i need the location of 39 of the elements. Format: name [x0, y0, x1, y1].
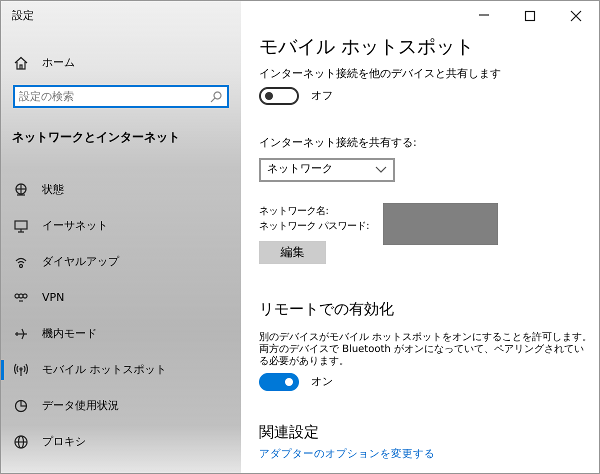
close-icon[interactable] — [570, 10, 582, 22]
setting-label: インターネット接続を他のデバイスと共有します — [259, 66, 502, 82]
hotspot-icon — [14, 363, 28, 377]
sidebar-item[interactable]: 状態 — [1, 172, 241, 208]
search-icon — [210, 91, 222, 103]
field-label: ネットワーク パスワード: — [259, 221, 370, 232]
globe-monitor-icon — [14, 183, 28, 197]
toggle-switch[interactable] — [259, 87, 299, 105]
monitor-icon — [14, 219, 28, 233]
sidebar-item[interactable]: VPN — [1, 280, 241, 316]
section-heading: リモートでの有効化 — [259, 298, 395, 320]
maximize-icon[interactable] — [524, 10, 536, 22]
sidebar-item[interactable]: イーサネット — [1, 208, 241, 244]
setting-label: インターネット接続を共有する: — [259, 135, 418, 151]
chevron-down-icon — [375, 166, 387, 173]
network-dropdown[interactable]: ネットワーク — [259, 158, 395, 182]
section-heading: 関連設定 — [259, 422, 320, 443]
globe-icon — [14, 435, 28, 449]
page-title: モバイル ホットスポット — [259, 35, 476, 60]
sidebar-item[interactable]: 機内モード — [1, 316, 241, 352]
home-icon — [14, 56, 28, 70]
description-text: 別のデバイスがモバイル ホットスポットをオンにすることを許可します。両方のデバイスで Bluetooth がオンになっていて、ペアリングされている必要があります。 — [259, 332, 593, 368]
sidebar-item[interactable]: データ使用状況 — [1, 388, 241, 424]
section-heading: ネットワークとインターネット — [11, 129, 181, 146]
field-label: ネットワーク名: — [259, 206, 328, 217]
toggle-switch[interactable] — [259, 373, 299, 391]
airplane-icon — [14, 327, 28, 341]
home-link[interactable]: ホーム — [1, 45, 241, 81]
pie-chart-icon — [14, 399, 28, 413]
sidebar-item[interactable]: モバイル ホットスポット — [1, 352, 241, 388]
sidebar-item[interactable]: ダイヤルアップ — [1, 244, 241, 280]
search-field[interactable]: 設定の検索 — [13, 85, 229, 108]
edit-button[interactable]: 編集 — [259, 240, 326, 264]
toggle-state: オフ — [311, 88, 333, 104]
toggle-state: オン — [311, 374, 333, 390]
dialup-icon — [14, 255, 28, 269]
adapter-options-link[interactable]: アダプターのオプションを変更する — [259, 448, 435, 460]
window-title: 設定 — [11, 8, 35, 24]
sidebar-item[interactable]: プロキシ — [1, 424, 241, 460]
